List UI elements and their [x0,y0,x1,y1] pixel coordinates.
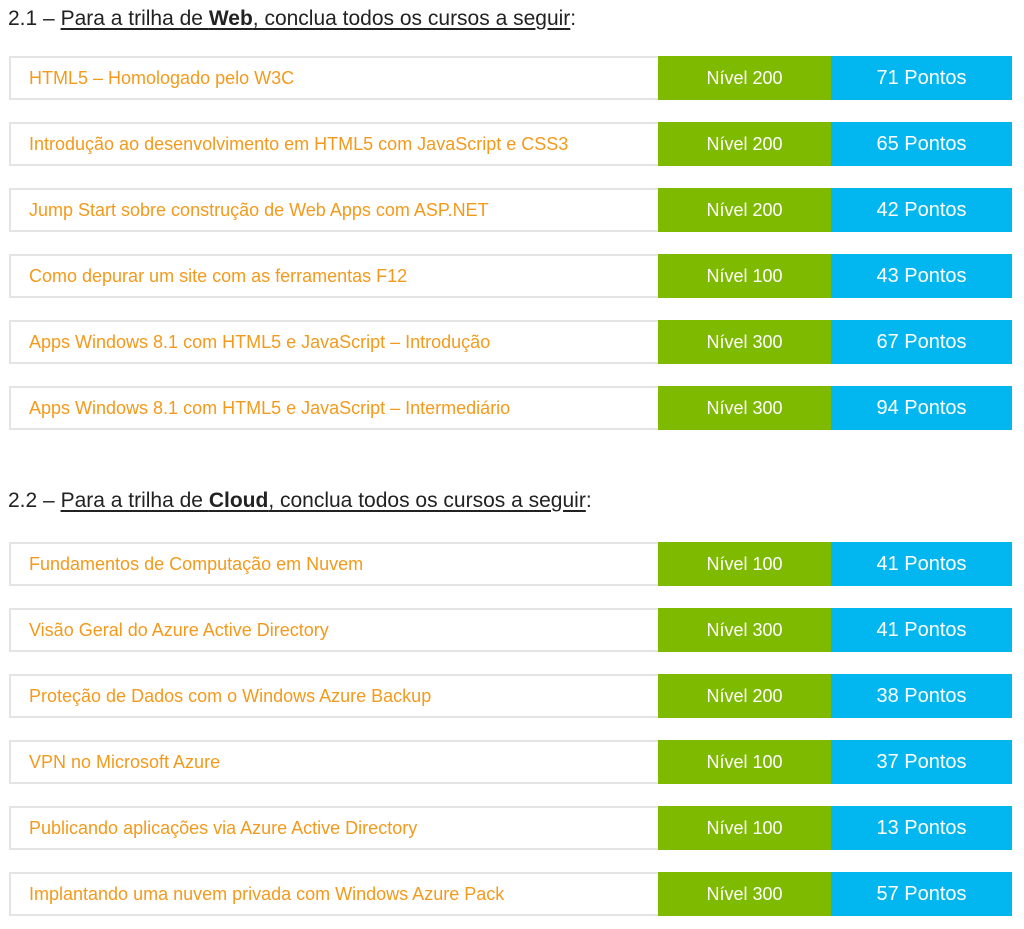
course-title-link[interactable]: Jump Start sobre construção de Web Apps … [11,190,658,230]
level-badge: Nível 200 [658,674,831,718]
points-badge: 13 Pontos [831,806,1012,850]
level-badge: Nível 100 [658,806,831,850]
course-row[interactable]: HTML5 – Homologado pelo W3C Nível 200 71… [9,56,1012,100]
level-badge: Nível 300 [658,320,831,364]
points-badge: 38 Pontos [831,674,1012,718]
points-badge: 43 Pontos [831,254,1012,298]
track-name: Web [208,7,253,30]
course-row[interactable]: Apps Windows 8.1 com HTML5 e JavaScript … [9,386,1012,430]
level-badge: Nível 300 [658,608,831,652]
points-badge: 42 Pontos [831,188,1012,232]
course-title-link[interactable]: Fundamentos de Computação em Nuvem [11,544,658,584]
course-row[interactable]: Como depurar um site com as ferramentas … [9,254,1012,298]
section-number: 2.1 – [8,7,55,30]
points-badge: 71 Pontos [831,56,1012,100]
level-badge: Nível 100 [658,542,831,586]
level-badge: Nível 200 [658,188,831,232]
level-badge: Nível 300 [658,872,831,916]
course-title-link[interactable]: Apps Windows 8.1 com HTML5 e JavaScript … [11,388,658,428]
course-row[interactable]: VPN no Microsoft Azure Nível 100 37 Pont… [9,740,1012,784]
section-heading-web: 2.1 – Para a trilha de Web, conclua todo… [8,7,577,30]
points-badge: 67 Pontos [831,320,1012,364]
course-title-link[interactable]: Apps Windows 8.1 com HTML5 e JavaScript … [11,322,658,362]
course-title-link[interactable]: Visão Geral do Azure Active Directory [11,610,658,650]
course-row[interactable]: Apps Windows 8.1 com HTML5 e JavaScript … [9,320,1012,364]
section-number: 2.2 – [8,489,55,512]
course-title-link[interactable]: Proteção de Dados com o Windows Azure Ba… [11,676,658,716]
course-title-link[interactable]: Publicando aplicações via Azure Active D… [11,808,658,848]
points-badge: 65 Pontos [831,122,1012,166]
course-row[interactable]: Jump Start sobre construção de Web Apps … [9,188,1012,232]
course-title-link[interactable]: VPN no Microsoft Azure [11,742,658,782]
level-badge: Nível 200 [658,122,831,166]
course-title-link[interactable]: Implantando uma nuvem privada com Window… [11,874,658,914]
points-badge: 37 Pontos [831,740,1012,784]
course-row[interactable]: Visão Geral do Azure Active Directory Ní… [9,608,1012,652]
course-row[interactable]: Introdução ao desenvolvimento em HTML5 c… [9,122,1012,166]
course-title-link[interactable]: Introdução ao desenvolvimento em HTML5 c… [11,124,658,164]
section-heading-text: Para a trilha de Web, conclua todos os c… [60,7,571,30]
track-name: Cloud [208,489,269,512]
course-title-link[interactable]: HTML5 – Homologado pelo W3C [11,58,658,98]
level-badge: Nível 100 [658,254,831,298]
points-badge: 41 Pontos [831,608,1012,652]
course-row[interactable]: Proteção de Dados com o Windows Azure Ba… [9,674,1012,718]
section-heading-text: Para a trilha de Cloud, conclua todos os… [60,489,586,512]
level-badge: Nível 300 [658,386,831,430]
course-row[interactable]: Publicando aplicações via Azure Active D… [9,806,1012,850]
level-badge: Nível 200 [658,56,831,100]
course-title-link[interactable]: Como depurar um site com as ferramentas … [11,256,658,296]
course-row[interactable]: Implantando uma nuvem privada com Window… [9,872,1012,916]
level-badge: Nível 100 [658,740,831,784]
points-badge: 41 Pontos [831,542,1012,586]
section-heading-cloud: 2.2 – Para a trilha de Cloud, conclua to… [8,489,592,512]
points-badge: 94 Pontos [831,386,1012,430]
course-row[interactable]: Fundamentos de Computação em Nuvem Nível… [9,542,1012,586]
points-badge: 57 Pontos [831,872,1012,916]
